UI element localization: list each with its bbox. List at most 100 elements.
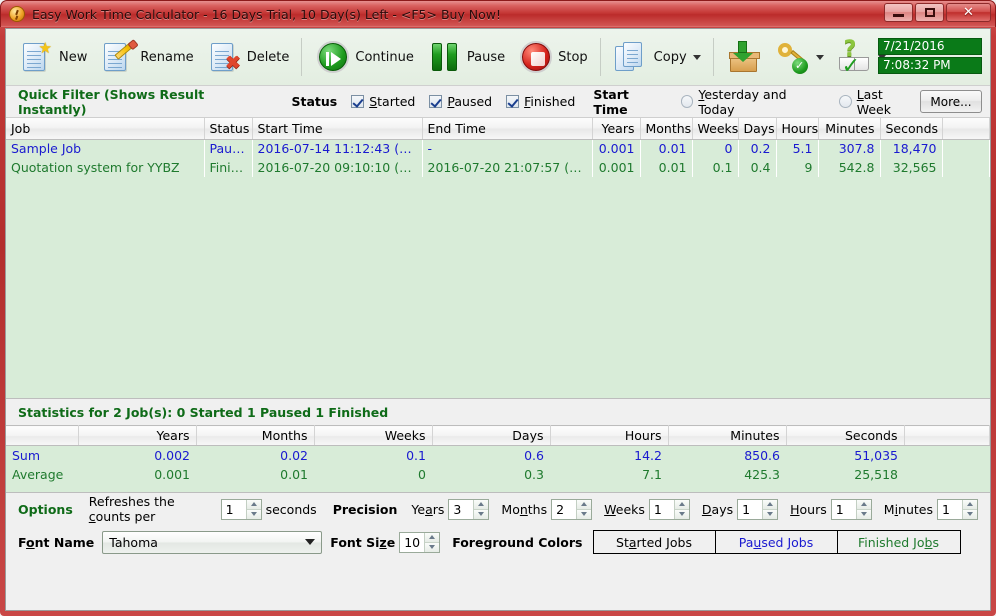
stat-avg-minutes: 425.3 (668, 464, 786, 484)
checkbox-paused[interactable]: Paused (429, 94, 492, 109)
font-name-value: Tahoma (109, 534, 158, 550)
col-end-time[interactable]: End Time (422, 118, 593, 140)
precision-minutes-value[interactable]: 1 (938, 499, 962, 519)
col-hours[interactable]: Hours (776, 118, 819, 140)
col-status[interactable]: Status (204, 118, 253, 140)
col-minutes[interactable]: Minutes (818, 118, 881, 140)
spinner-up-icon[interactable] (963, 499, 977, 510)
refresh-interval-arrows[interactable] (245, 499, 261, 519)
refresh-label: Refreshes the counts per (88, 494, 175, 524)
spinner-up-icon[interactable] (246, 499, 261, 510)
clock-date: 7/21/2016 (878, 38, 982, 55)
title-bar[interactable]: Easy Work Time Calculator - 16 Days Tria… (0, 0, 996, 27)
chevron-down-icon[interactable] (305, 539, 316, 545)
job-table-empty-area[interactable] (6, 177, 990, 398)
statistics-padding (6, 483, 990, 493)
spinner-up-icon[interactable] (474, 499, 489, 510)
spinner-down-icon[interactable] (763, 509, 778, 519)
precision-hours-stepper[interactable]: 1 (830, 498, 872, 520)
precision-days-value[interactable]: 1 (738, 499, 763, 519)
minimize-button[interactable] (884, 3, 913, 22)
radio-yesterday-today[interactable]: Yesterday and Today (680, 87, 825, 117)
refresh-interval-stepper[interactable]: 1 (220, 498, 262, 520)
toolbar-pause-button[interactable]: Pause (420, 32, 511, 82)
col-months[interactable]: Months (640, 118, 693, 140)
spinner-up-icon[interactable] (856, 499, 871, 510)
toolbar-separator-1 (301, 38, 303, 76)
checkbox-paused-label: Paused (447, 94, 493, 109)
cell-status: Paused (204, 139, 252, 158)
radio-last-week[interactable]: Last Week (838, 87, 920, 117)
finished-jobs-color-button[interactable]: Finished Jo b s (837, 531, 960, 553)
stat-avg-days: 0.3 (432, 464, 550, 484)
spinner-down-icon[interactable] (246, 509, 261, 519)
spinner-down-icon[interactable] (674, 509, 689, 519)
col-seconds[interactable]: Seconds (880, 118, 943, 140)
radio-yesterday-today-circle[interactable] (680, 95, 694, 108)
spinner-up-icon[interactable] (425, 532, 440, 543)
more-button[interactable]: More... (920, 90, 983, 113)
font-size-stepper[interactable]: 10 (399, 531, 441, 553)
cell-days: 0.4 (738, 158, 776, 177)
spinner-down-icon[interactable] (856, 509, 871, 519)
cell-weeks: 0 (692, 139, 738, 158)
toolbar-rename-button[interactable]: Rename (93, 32, 199, 82)
stat-col-blank (6, 425, 79, 446)
checkbox-finished[interactable]: Finished (506, 94, 575, 109)
close-button[interactable]: ✕ (946, 3, 991, 22)
toolbar-continue-button[interactable]: Continue (308, 32, 419, 82)
col-job[interactable]: Job (6, 118, 205, 140)
toolbar-export-button[interactable] (720, 32, 768, 82)
precision-months-value[interactable]: 2 (552, 499, 577, 519)
font-name-select[interactable]: Tahoma (102, 530, 323, 554)
minimize-icon (893, 14, 904, 17)
precision-minutes-stepper[interactable]: 1 (937, 498, 978, 520)
spinner-up-icon[interactable] (674, 499, 689, 510)
spinner-down-icon[interactable] (577, 509, 592, 519)
precision-weeks-stepper[interactable]: 1 (648, 498, 690, 520)
col-start-time[interactable]: Start Time (252, 118, 423, 140)
cell-minutes: 542.8 (818, 158, 880, 177)
new-document-star-icon: ★ (18, 39, 54, 75)
checkbox-finished-box[interactable] (506, 95, 520, 108)
radio-last-week-circle[interactable] (838, 95, 852, 108)
precision-hours-label: Hours (790, 501, 827, 517)
col-days[interactable]: Days (738, 118, 777, 140)
document-red-x-icon: ✖ (206, 39, 242, 75)
spinner-down-icon[interactable] (425, 542, 440, 552)
precision-weeks-value[interactable]: 1 (649, 499, 674, 519)
table-row[interactable]: Sample Job Paused 2016-07-14 11:12:43 (T… (6, 139, 990, 158)
font-size-value[interactable]: 10 (400, 532, 425, 552)
spinner-up-icon[interactable] (763, 499, 778, 510)
chevron-down-icon[interactable] (692, 54, 701, 60)
toolbar-delete-button[interactable]: ✖ Delete (200, 32, 296, 82)
toolbar-separator-3 (712, 38, 714, 76)
checkbox-started-box[interactable] (351, 95, 365, 108)
options-row-1: Options Refreshes the counts per 1 secon… (14, 493, 982, 526)
chevron-down-icon[interactable] (815, 54, 824, 60)
precision-years-value[interactable]: 3 (449, 499, 474, 519)
job-table[interactable]: Job Status Start Time End Time Years Mon… (6, 118, 990, 399)
table-row[interactable]: Quotation system for YYBZ Finished 2016-… (6, 158, 990, 177)
stat-col-days: Days (432, 425, 551, 446)
col-weeks[interactable]: Weeks (692, 118, 739, 140)
toolbar-copy-button[interactable]: Copy (607, 32, 707, 82)
checkbox-paused-box[interactable] (429, 95, 443, 108)
spinner-down-icon[interactable] (963, 509, 977, 519)
toolbar-new-button[interactable]: ★ New (12, 32, 93, 82)
cell-job: Sample Job (6, 139, 204, 158)
paused-jobs-color-button[interactable]: Pa u sed Jobs (715, 531, 838, 553)
precision-months-stepper[interactable]: 2 (551, 498, 593, 520)
toolbar-register-button[interactable]: ✓ (768, 32, 830, 82)
toolbar-stop-button[interactable]: Stop (511, 32, 594, 82)
spinner-down-icon[interactable] (474, 509, 489, 519)
col-years[interactable]: Years (592, 118, 641, 140)
precision-days-stepper[interactable]: 1 (737, 498, 779, 520)
checkbox-started[interactable]: Started (351, 94, 415, 109)
precision-hours-value[interactable]: 1 (831, 499, 856, 519)
precision-years-stepper[interactable]: 3 (448, 498, 490, 520)
refresh-interval-value[interactable]: 1 (221, 499, 246, 519)
spinner-up-icon[interactable] (577, 499, 592, 510)
started-jobs-color-button[interactable]: St a rted Jobs (593, 531, 716, 553)
maximize-button[interactable] (915, 3, 944, 22)
